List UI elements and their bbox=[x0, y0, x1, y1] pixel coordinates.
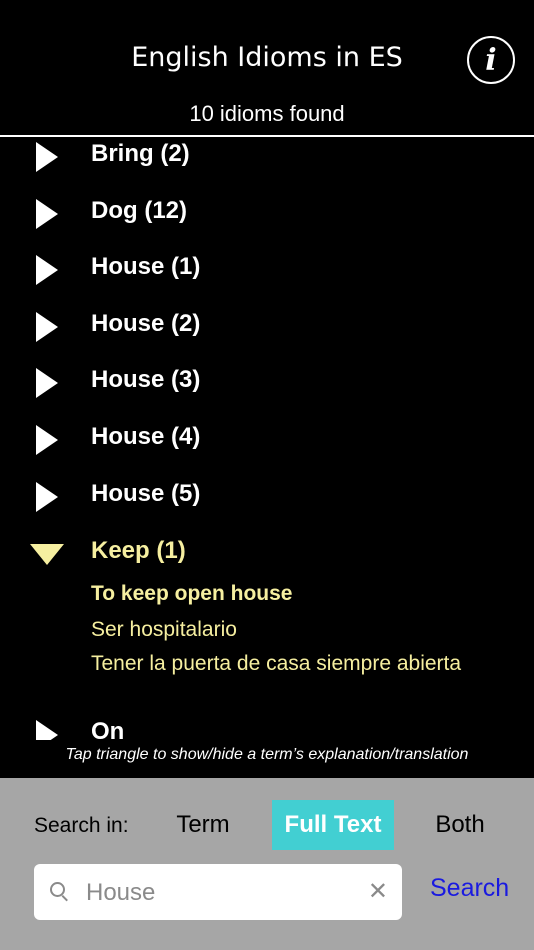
triangle-down-icon[interactable] bbox=[30, 544, 64, 565]
expanded-term: To keep open house bbox=[91, 582, 293, 605]
search-in-label: Search in: bbox=[34, 814, 129, 837]
expanded-translation: Ser hospitalario bbox=[91, 618, 237, 641]
search-box[interactable]: ✕ bbox=[34, 864, 402, 920]
list-item-label: Bring (2) bbox=[91, 140, 190, 167]
list-item[interactable]: House (4) bbox=[0, 420, 534, 460]
close-icon[interactable]: ✕ bbox=[368, 877, 388, 906]
list-item[interactable]: House (1) bbox=[0, 250, 534, 290]
triangle-right-icon[interactable] bbox=[36, 720, 58, 740]
list-item[interactable]: House (3) bbox=[0, 363, 534, 403]
list-item-label: House (1) bbox=[91, 253, 201, 280]
hint-text: Tap triangle to show/hide a term’s expla… bbox=[65, 746, 469, 763]
header: English Idioms in ES i 10 idioms found bbox=[0, 0, 534, 137]
search-panel: Search in: Term Full Text Both ✕ Search bbox=[0, 778, 534, 950]
search-button[interactable]: Search bbox=[430, 874, 509, 903]
list-item[interactable]: House (5) bbox=[0, 477, 534, 517]
list-item[interactable]: House (2) bbox=[0, 307, 534, 347]
list-item-label: House (5) bbox=[91, 480, 201, 507]
list-item-label: Keep (1) bbox=[91, 537, 186, 564]
list-item[interactable]: Bring (2) bbox=[0, 137, 534, 177]
triangle-right-icon[interactable] bbox=[36, 142, 58, 172]
triangle-right-icon[interactable] bbox=[36, 199, 58, 229]
triangle-right-icon[interactable] bbox=[36, 255, 58, 285]
list-item-expanded[interactable]: Keep (1) bbox=[0, 534, 534, 574]
info-icon[interactable]: i bbox=[467, 36, 515, 84]
result-count: 10 idioms found bbox=[189, 101, 345, 126]
segment-both[interactable]: Both bbox=[430, 800, 490, 850]
list-item-label: House (2) bbox=[91, 310, 201, 337]
search-icon bbox=[50, 882, 65, 897]
app-title: English Idioms in ES bbox=[131, 42, 403, 73]
list-item[interactable]: Dog (12) bbox=[0, 194, 534, 234]
list-item-label: Dog (12) bbox=[91, 197, 187, 224]
list-item[interactable]: On bbox=[0, 715, 534, 740]
triangle-right-icon[interactable] bbox=[36, 425, 58, 455]
list-item-label: House (4) bbox=[91, 423, 201, 450]
triangle-right-icon[interactable] bbox=[36, 312, 58, 342]
triangle-right-icon[interactable] bbox=[36, 368, 58, 398]
idiom-list: Bring (2) Dog (12) House (1) House (2) H… bbox=[0, 137, 534, 740]
triangle-right-icon[interactable] bbox=[36, 482, 58, 512]
list-item-label: House (3) bbox=[91, 366, 201, 393]
segment-term[interactable]: Term bbox=[170, 800, 236, 850]
list-item-label: On bbox=[91, 718, 125, 740]
segment-full-text[interactable]: Full Text bbox=[272, 800, 394, 850]
search-input[interactable] bbox=[84, 874, 358, 912]
expanded-translation: Tener la puerta de casa siempre abierta bbox=[91, 652, 462, 675]
